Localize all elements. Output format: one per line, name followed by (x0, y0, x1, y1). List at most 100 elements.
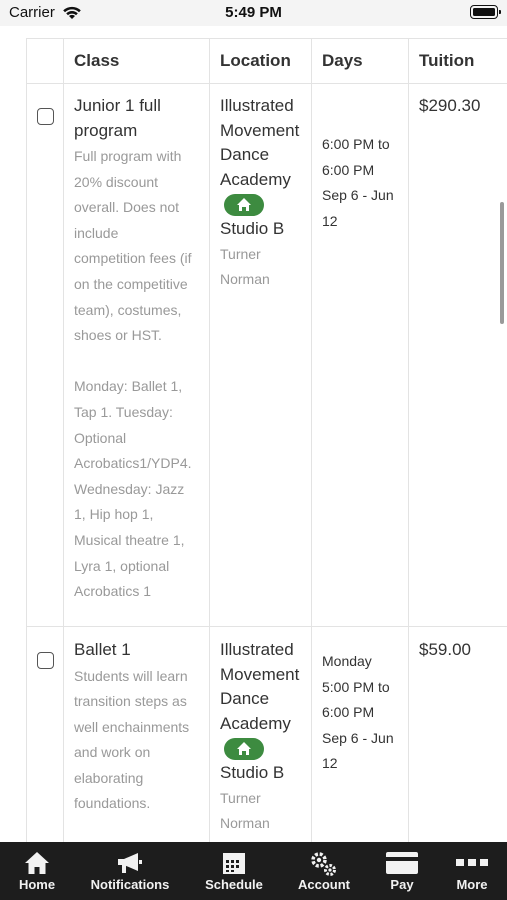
description-line: well enchainments (74, 718, 190, 735)
scroll-indicator[interactable] (500, 202, 504, 324)
class-name: Ballet 1 (74, 638, 204, 663)
tab-label: Schedule (205, 877, 263, 892)
column-divider (311, 38, 312, 842)
location-line: Illustrated (220, 640, 294, 659)
checkbox[interactable] (37, 108, 54, 125)
tab-schedule[interactable]: Schedule (194, 842, 274, 900)
description-line: transition steps as (74, 693, 187, 710)
home-icon (237, 742, 251, 755)
room-name: Studio B (220, 219, 285, 238)
days-line: Sep 6 - Jun (322, 729, 394, 746)
days-line: 6:00 PM (322, 161, 375, 178)
tab-label: More (456, 877, 488, 892)
tab-notifications[interactable]: Notifications (80, 842, 180, 900)
description-line: Students will learn (74, 667, 188, 684)
days-line: 12 (322, 212, 338, 229)
days-line: 6:00 PM (322, 704, 375, 721)
class-cell: Ballet 1 Students will learn transition … (74, 638, 204, 817)
location-line: Movement (220, 120, 300, 140)
class-description: Students will learn transition steps as … (74, 664, 204, 818)
home-icon (24, 851, 50, 880)
tab-more[interactable]: More (440, 842, 504, 900)
location-line: Academy (220, 169, 291, 189)
location-line: Dance (220, 689, 270, 708)
description-line: on the competitive (74, 275, 188, 292)
location-line: Movement (220, 664, 300, 684)
description-line: Full program with (74, 148, 182, 164)
room-name: Studio B (220, 763, 285, 782)
instructor-line: Norman (220, 815, 270, 832)
description-line: and work on (74, 744, 151, 761)
table-left-border (26, 38, 27, 842)
location-home-badge (224, 738, 264, 760)
description-line: Acrobatics1/YDP4. (74, 455, 192, 472)
description-line: competition fees (if (74, 250, 192, 267)
status-bar: Carrier 5:49 PM (0, 0, 507, 26)
days-line: 6:00 PM to (322, 136, 390, 152)
description-line: Musical theatre 1, (74, 531, 185, 548)
table-row (26, 626, 507, 627)
calendar-icon (222, 851, 246, 880)
description-line: overall. Does not (74, 199, 180, 216)
header-tuition: Tuition (419, 51, 475, 70)
class-table: Class Location Days Tuition Junior 1 ful… (26, 38, 507, 842)
class-name-text: Ballet 1 (74, 640, 131, 659)
column-divider (408, 38, 409, 842)
description-line: include (74, 224, 119, 241)
location-cell: Illustrated Movement Dance Academy Studi… (220, 638, 310, 837)
description-line: Wednesday: Jazz (74, 480, 185, 497)
days-line: 12 (322, 755, 338, 772)
checkbox[interactable] (37, 652, 54, 669)
battery-icon (470, 5, 501, 19)
tuition-price: $290.30 (419, 96, 481, 115)
days-cell: 6:00 PM to 6:00 PM Sep 6 - Jun 12 (322, 132, 408, 234)
location-line: Dance (220, 145, 270, 164)
header-days: Days (322, 51, 363, 70)
instructor-line: Norman (220, 271, 270, 288)
days-line: 5:00 PM to (322, 678, 390, 695)
class-list[interactable]: Class Location Days Tuition Junior 1 ful… (0, 26, 507, 842)
table-top-border (26, 38, 507, 39)
more-icon (455, 851, 489, 880)
megaphone-icon (116, 851, 144, 880)
location-cell: Illustrated Movement Dance Academy Studi… (220, 94, 310, 293)
tab-pay[interactable]: Pay (370, 842, 434, 900)
clock: 5:49 PM (225, 4, 282, 21)
class-name-text: Junior 1 full program (74, 96, 161, 140)
instructor-line: Turner (220, 789, 261, 806)
column-divider (63, 38, 64, 842)
days-cell: Monday 5:00 PM to 6:00 PM Sep 6 - Jun 12 (322, 649, 408, 777)
column-divider (209, 38, 210, 842)
tuition-price: $59.00 (419, 640, 471, 659)
class-cell: Junior 1 full program Full program with … (74, 94, 204, 605)
class-name: Junior 1 full program (74, 94, 204, 143)
home-icon (237, 198, 251, 211)
credit-card-icon (385, 851, 419, 880)
description-line: Tap 1. Tuesday: (74, 403, 173, 420)
tab-home[interactable]: Home (0, 842, 74, 900)
bottom-tab-bar: Home Notifications Schedule Account Pay … (0, 842, 507, 900)
days-line: Monday (322, 653, 372, 669)
days-line: Sep 6 - Jun (322, 187, 394, 204)
header-class: Class (74, 51, 120, 70)
instructor-line: Turner (220, 245, 261, 262)
header-location: Location (220, 51, 291, 70)
description-line: elaborating (74, 769, 144, 786)
description-line: shoes or HST. (74, 327, 162, 344)
tab-account[interactable]: Account (288, 842, 360, 900)
tab-label: Notifications (90, 877, 170, 892)
description-line: Lyra 1, optional (74, 557, 170, 574)
tab-label: Account (298, 877, 350, 892)
location-home-badge (224, 194, 264, 216)
table-row (26, 83, 507, 84)
tab-label: Pay (390, 877, 414, 892)
location-line: Illustrated (220, 96, 294, 115)
description-line: 20% discount (74, 173, 159, 190)
description-line: Acrobatics 1 (74, 583, 152, 600)
tab-label: Home (18, 877, 56, 892)
description-line: team), costumes, (74, 301, 182, 318)
class-description: Full program with 20% discount overall. … (74, 144, 204, 605)
location-line: Academy (220, 713, 291, 733)
description-line: foundations. (74, 795, 151, 812)
